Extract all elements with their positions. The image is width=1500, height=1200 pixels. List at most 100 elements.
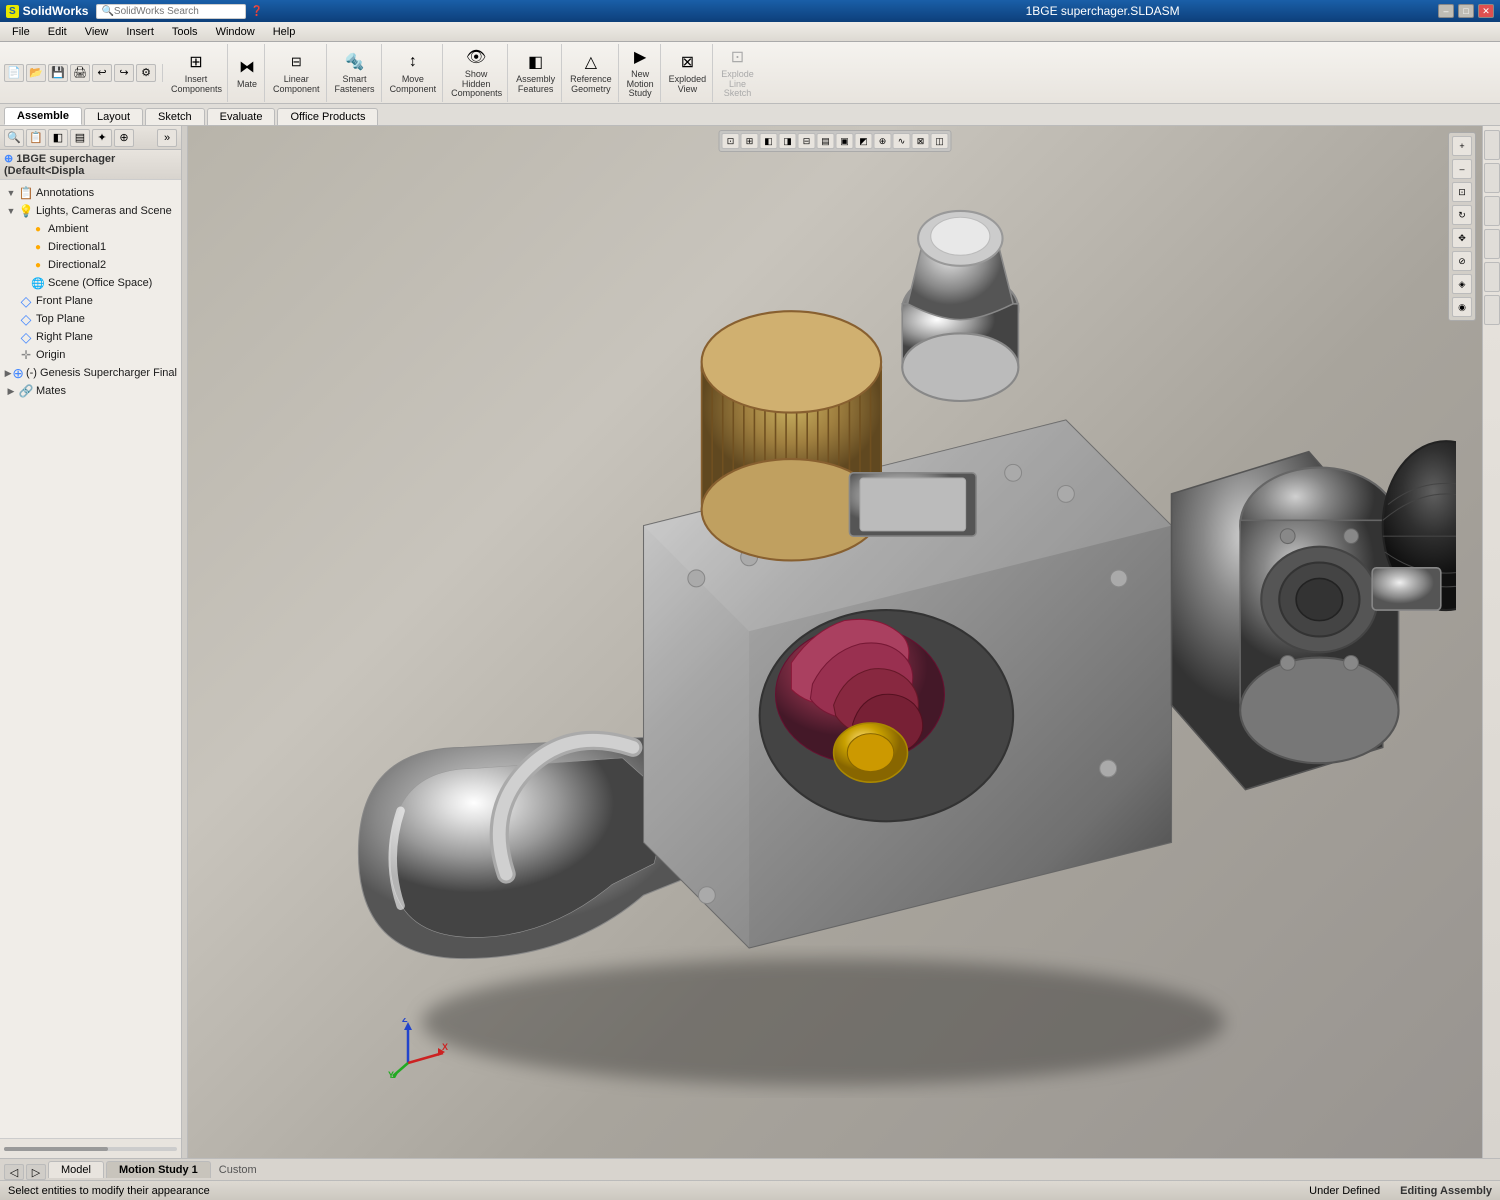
open-btn[interactable]: 📂 [26,64,46,82]
minimize-button[interactable]: – [1438,4,1454,18]
tool-new-motion-study[interactable]: ▶ NewMotionStudy [621,44,661,102]
vp-btn-2[interactable]: ⊞ [741,133,759,149]
bottom-nav-next[interactable]: ▷ [26,1164,46,1180]
annotations-expand[interactable]: ▼ [4,186,18,200]
status-right: Under Defined Editing Assembly [1309,1185,1492,1197]
vp-btn-10[interactable]: ∿ [893,133,911,149]
restore-button[interactable]: □ [1458,4,1474,18]
search-input[interactable] [114,6,234,17]
tree-item-top-plane[interactable]: ◇ Top Plane [2,310,179,328]
viewport-3d[interactable]: ⊡ ⊞ ◧ ◨ ⊟ ▤ ▣ ◩ ⊕ ∿ ⊠ ◫ [188,126,1482,1158]
tree-item-mates[interactable]: ▶ 🔗 Mates [2,382,179,400]
tree-item-right-plane[interactable]: ◇ Right Plane [2,328,179,346]
genesis-expand[interactable]: ▶ [4,366,12,380]
tool-exploded-view[interactable]: ⊠ ExplodedView [663,44,714,102]
front-plane-label: Front Plane [36,295,93,307]
tree-item-directional1[interactable]: ● Directional1 [2,238,179,256]
vp-btn-1[interactable]: ⊡ [722,133,740,149]
tree-item-annotations[interactable]: ▼ 📋 Annotations [2,184,179,202]
tool-mate[interactable]: ⧓ Mate [230,44,265,102]
tree-item-genesis[interactable]: ▶ ⊕ (-) Genesis Supercharger Final [2,364,179,382]
pan-btn[interactable]: ✥ [1452,228,1472,248]
vp-btn-6[interactable]: ▤ [817,133,835,149]
panel-btn-add[interactable]: ⊕ [114,129,134,147]
tool-explode-line[interactable]: ⊡ ExplodeLineSketch [715,44,760,102]
undo-btn[interactable]: ↩ [92,64,112,82]
fit-view-btn[interactable]: ⊡ [1452,182,1472,202]
tool-assembly-features[interactable]: ◧ AssemblyFeatures [510,44,562,102]
right-panel-btn-5[interactable] [1484,262,1500,292]
panel-btn-property[interactable]: ◧ [48,129,68,147]
panel-btn-search[interactable]: 🔍 [4,129,24,147]
menu-tools[interactable]: Tools [164,24,206,40]
menu-insert[interactable]: Insert [118,24,162,40]
bottom-custom-label[interactable]: Custom [213,1162,263,1178]
menu-edit[interactable]: Edit [40,24,75,40]
menu-view[interactable]: View [77,24,117,40]
zoom-out-btn[interactable]: – [1452,159,1472,179]
redo-btn[interactable]: ↪ [114,64,134,82]
menu-window[interactable]: Window [208,24,263,40]
panel-expand-btn[interactable]: » [157,129,177,147]
vp-btn-8[interactable]: ◩ [855,133,873,149]
view-controls-panel: + – ⊡ ↻ ✥ ⊘ ◈ ◉ [1448,132,1476,321]
new-btn[interactable]: 📄 [4,64,24,82]
tree-item-scene[interactable]: 🌐 Scene (Office Space) [2,274,179,292]
tab-layout[interactable]: Layout [84,108,143,125]
right-panel-btn-4[interactable] [1484,229,1500,259]
tree-item-front-plane[interactable]: ◇ Front Plane [2,292,179,310]
rotate-btn[interactable]: ↻ [1452,205,1472,225]
vp-btn-7[interactable]: ▣ [836,133,854,149]
right-plane-label: Right Plane [36,331,93,343]
bottom-tab-model[interactable]: Model [48,1161,104,1178]
print-btn[interactable]: 🖨 [70,64,90,82]
section-btn[interactable]: ⊘ [1452,251,1472,271]
vp-btn-4[interactable]: ◨ [779,133,797,149]
tool-show-hidden[interactable]: 👁 ShowHiddenComponents [445,44,508,102]
vp-btn-9[interactable]: ⊕ [874,133,892,149]
annotations-icon: 📋 [18,185,34,201]
close-button[interactable]: ✕ [1478,4,1494,18]
save-btn[interactable]: 💾 [48,64,68,82]
tab-office-products[interactable]: Office Products [277,108,378,125]
tool-insert-components[interactable]: ⊞ Insert Components [165,44,228,102]
vp-btn-5[interactable]: ⊟ [798,133,816,149]
show-hidden-label: ShowHiddenComponents [451,70,501,100]
menu-help[interactable]: Help [265,24,304,40]
vp-btn-12[interactable]: ◫ [931,133,949,149]
bottom-nav-prev[interactable]: ◁ [4,1164,24,1180]
bottom-tab-motion-study[interactable]: Motion Study 1 [106,1161,211,1178]
panel-btn-config[interactable]: ▤ [70,129,90,147]
tree-item-directional2[interactable]: ● Directional2 [2,256,179,274]
panel-btn-feature-tree[interactable]: 📋 [26,129,46,147]
vp-btn-11[interactable]: ⊠ [912,133,930,149]
appearance-btn[interactable]: ◈ [1452,274,1472,294]
tree-item-lights[interactable]: ▼ 💡 Lights, Cameras and Scene [2,202,179,220]
right-panel-btn-1[interactable] [1484,130,1500,160]
tool-smart-fasteners[interactable]: 🔩 SmartFasteners [329,44,382,102]
right-side-panel [1482,126,1500,1158]
panel-btn-dim[interactable]: ✦ [92,129,112,147]
tab-sketch[interactable]: Sketch [145,108,205,125]
main-area: 🔍 📋 ◧ ▤ ✦ ⊕ » ⊕ 1BGE superchager (Defaul… [0,126,1500,1158]
mates-expand[interactable]: ▶ [4,384,18,398]
tool-linear-component[interactable]: ⊟ LinearComponent [267,44,327,102]
tool-reference-geometry[interactable]: △ ReferenceGeometry [564,44,619,102]
right-panel-btn-6[interactable] [1484,295,1500,325]
tree-item-ambient[interactable]: ● Ambient [2,220,179,238]
help-icon[interactable]: ❓ [250,6,262,17]
vp-btn-3[interactable]: ◧ [760,133,778,149]
right-panel-btn-3[interactable] [1484,196,1500,226]
lights-expand[interactable]: ▼ [4,204,18,218]
new-motion-study-label: NewMotionStudy [627,70,654,100]
render-btn[interactable]: ◉ [1452,297,1472,317]
right-panel-btn-2[interactable] [1484,163,1500,193]
zoom-in-btn[interactable]: + [1452,136,1472,156]
tab-assemble[interactable]: Assemble [4,107,82,125]
tool-move-component[interactable]: ↕ MoveComponent [384,44,444,102]
menu-file[interactable]: File [4,24,38,40]
options-btn[interactable]: ⚙ [136,64,156,82]
tab-evaluate[interactable]: Evaluate [207,108,276,125]
tree-item-origin[interactable]: ✛ Origin [2,346,179,364]
search-box[interactable]: 🔍 [96,4,246,19]
